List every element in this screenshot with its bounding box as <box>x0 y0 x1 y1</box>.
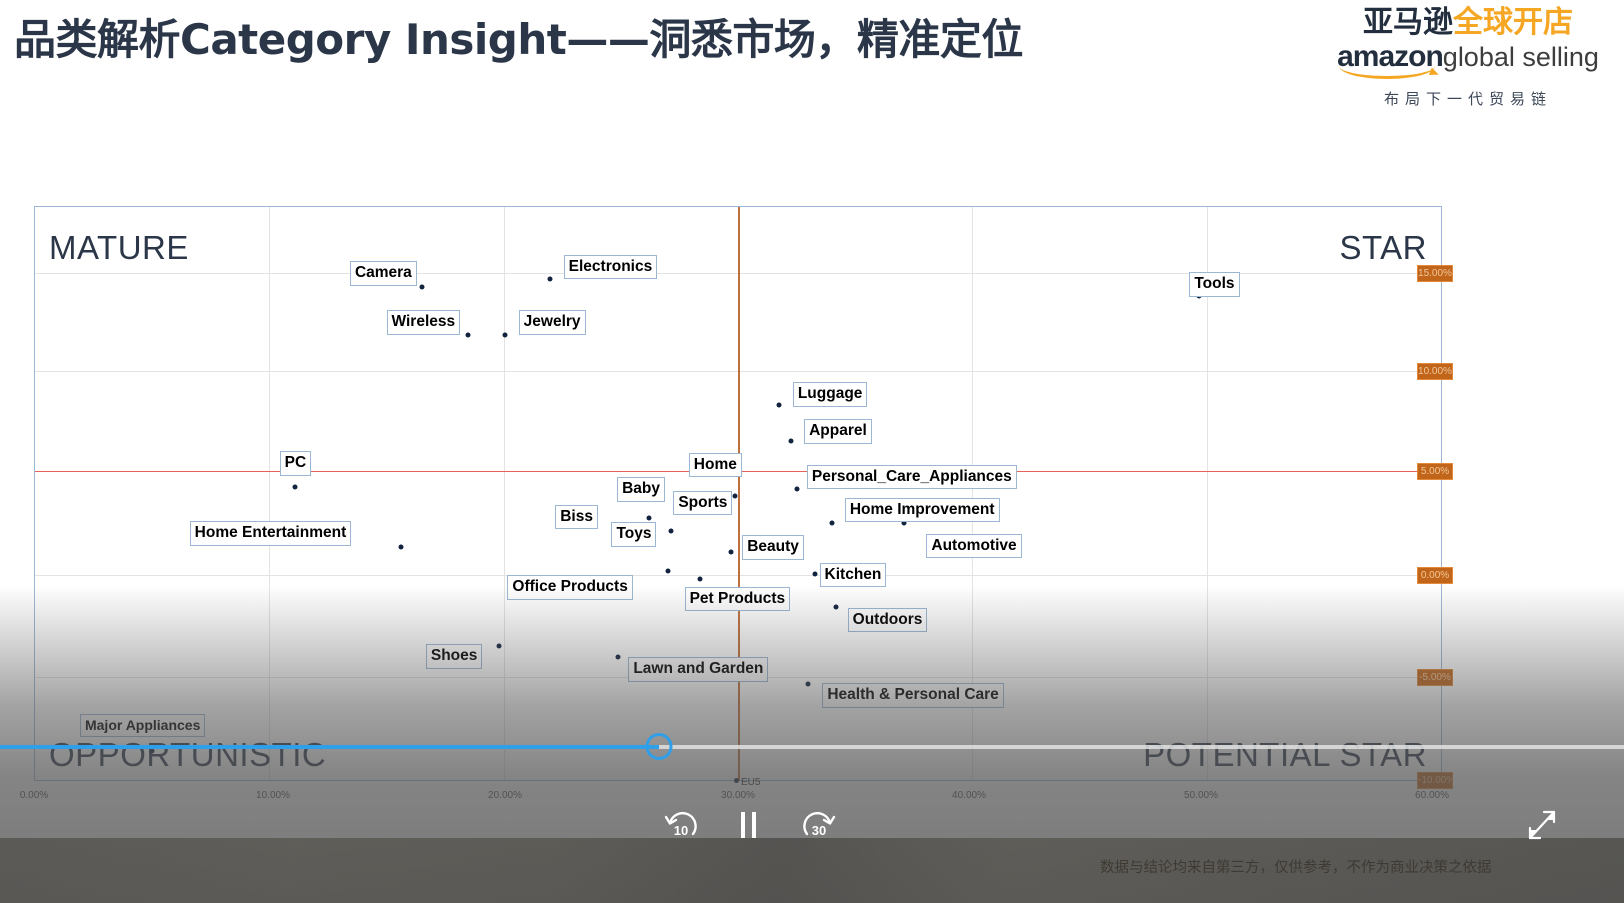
forward-seconds-label: 30 <box>811 823 827 838</box>
footer-disclaimer: 数据与结论均来自第三方，仅供参考，不作为商业决策之依据 <box>1100 860 1492 876</box>
y-axis-badge: 10.00% <box>1417 362 1453 380</box>
logo-cn-dark: 亚马逊 <box>1363 5 1453 40</box>
point-label-home-entertainment[interactable]: Home Entertainment <box>189 521 352 546</box>
point-label-sports[interactable]: Sports <box>673 490 733 516</box>
quadrant-label-star: STAR <box>1339 229 1427 266</box>
data-point <box>668 528 673 534</box>
x-axis-tick: 0.00% <box>19 790 49 801</box>
point-label-camera[interactable]: Camera <box>349 261 417 286</box>
point-label-apparel[interactable]: Apparel <box>804 419 872 444</box>
data-point <box>502 332 508 338</box>
x-axis-tick: 50.00% <box>1184 790 1218 801</box>
point-label-home[interactable]: Home <box>688 452 742 478</box>
point-label-automotive[interactable]: Automotive <box>926 533 1022 559</box>
amazon-smile-icon <box>1339 66 1436 79</box>
point-label-luggage[interactable]: Luggage <box>792 382 868 407</box>
point-label-baby[interactable]: Baby <box>617 477 665 502</box>
rewind-10-button[interactable]: 10 <box>663 810 699 844</box>
fullscreen-button[interactable] <box>1520 808 1558 846</box>
data-point <box>496 643 502 649</box>
data-point <box>615 654 621 660</box>
data-point <box>812 571 818 577</box>
pause-button[interactable] <box>736 810 762 840</box>
y-axis-badge: 15.00% <box>1417 264 1453 282</box>
quadrant-label-mature: MATURE <box>49 229 189 266</box>
point-label-shoes[interactable]: Shoes <box>425 644 483 669</box>
point-label-wireless[interactable]: Wireless <box>386 310 461 335</box>
point-label-personal-care-appliances[interactable]: Personal_Care_Appliances <box>806 464 1017 490</box>
logo-tagline: 布局下一代贸易链 <box>1383 90 1552 108</box>
point-label-jewelry[interactable]: Jewelry <box>518 310 586 335</box>
point-label-pet-products[interactable]: Pet Products <box>684 586 791 612</box>
pause-bar-left <box>741 812 745 838</box>
x-axis-tick: 60.00% <box>1415 790 1449 801</box>
data-point <box>794 486 800 492</box>
data-point <box>732 493 738 499</box>
y-axis-badge: -5.00% <box>1417 668 1453 686</box>
x-axis-tick: 30.00% <box>721 790 755 801</box>
logo-amazon-wordmark: amazonglobal selling <box>1337 40 1599 79</box>
x-axis-tick: 20.00% <box>488 790 522 801</box>
point-label-tools[interactable]: Tools <box>1189 272 1240 297</box>
data-point <box>547 276 553 282</box>
point-label-kitchen[interactable]: Kitchen <box>819 562 887 588</box>
data-point <box>465 332 471 338</box>
data-point <box>776 402 782 408</box>
y-axis-badge: 5.00% <box>1417 462 1453 480</box>
page-title: 品类解析Category Insight——洞悉市场，精准定位 <box>14 15 1023 64</box>
point-label-major-appliances[interactable]: Major Appliances <box>79 714 206 738</box>
x-axis-tick: 10.00% <box>256 790 290 801</box>
scatter-plot-area: MATURE STAR OPPORTUNISTIC POTENTIAL STAR <box>34 206 1453 789</box>
point-label-home-improvement[interactable]: Home Improvement <box>844 497 1000 522</box>
reference-line-eu5 <box>738 207 740 780</box>
logo-chinese-line: 亚马逊全球开店 <box>1336 8 1600 38</box>
point-label-electronics[interactable]: Electronics <box>563 254 658 280</box>
point-label-health-personal-care[interactable]: Health & Personal Care <box>822 683 1004 708</box>
progress-handle[interactable] <box>645 733 673 760</box>
point-label-lawn-and-garden[interactable]: Lawn and Garden <box>628 657 769 682</box>
eu5-marker-label: EU5 <box>741 777 761 788</box>
y-axis-badge: -10.00% <box>1417 772 1453 789</box>
data-point <box>292 484 298 490</box>
y-axis-badge: 0.00% <box>1417 567 1453 585</box>
x-axis-tick: 40.00% <box>952 790 986 801</box>
amazon-global-selling-logo: 亚马逊全球开店 amazonglobal selling 布局下一代贸易链 <box>1336 8 1600 109</box>
data-point <box>646 515 652 521</box>
rewind-seconds-label: 10 <box>673 823 689 838</box>
point-label-outdoors[interactable]: Outdoors <box>847 607 928 633</box>
expand-icon <box>1528 810 1556 840</box>
point-label-office-products[interactable]: Office Products <box>507 575 633 600</box>
data-point <box>665 568 671 574</box>
data-point <box>697 576 703 582</box>
point-label-biss[interactable]: Biss <box>555 504 598 530</box>
forward-30-button[interactable]: 30 <box>801 810 837 844</box>
point-label-beauty[interactable]: Beauty <box>742 535 804 560</box>
point-label-pc[interactable]: PC <box>279 451 312 476</box>
data-point <box>788 438 794 444</box>
data-point <box>833 604 839 610</box>
data-point <box>805 681 811 687</box>
logo-cn-orange: 全球开店 <box>1453 5 1573 40</box>
chart-slide: MATURE STAR OPPORTUNISTIC POTENTIAL STAR <box>8 180 1468 805</box>
pause-bar-right <box>752 812 756 838</box>
video-progress-bar[interactable] <box>0 733 1624 760</box>
data-point <box>829 520 835 526</box>
data-point <box>728 549 734 555</box>
gridline-vertical <box>269 207 271 780</box>
slide-viewer: 品类解析Category Insight——洞悉市场，精准定位 亚马逊全球开店 … <box>0 0 1624 903</box>
point-label-toys[interactable]: Toys <box>611 522 657 547</box>
gridline-vertical <box>503 207 505 780</box>
logo-global-selling-text: global selling <box>1442 42 1599 72</box>
data-point <box>419 284 425 290</box>
eu5-marker-dot <box>734 778 739 783</box>
progress-fill <box>0 745 660 749</box>
data-point <box>398 544 404 550</box>
